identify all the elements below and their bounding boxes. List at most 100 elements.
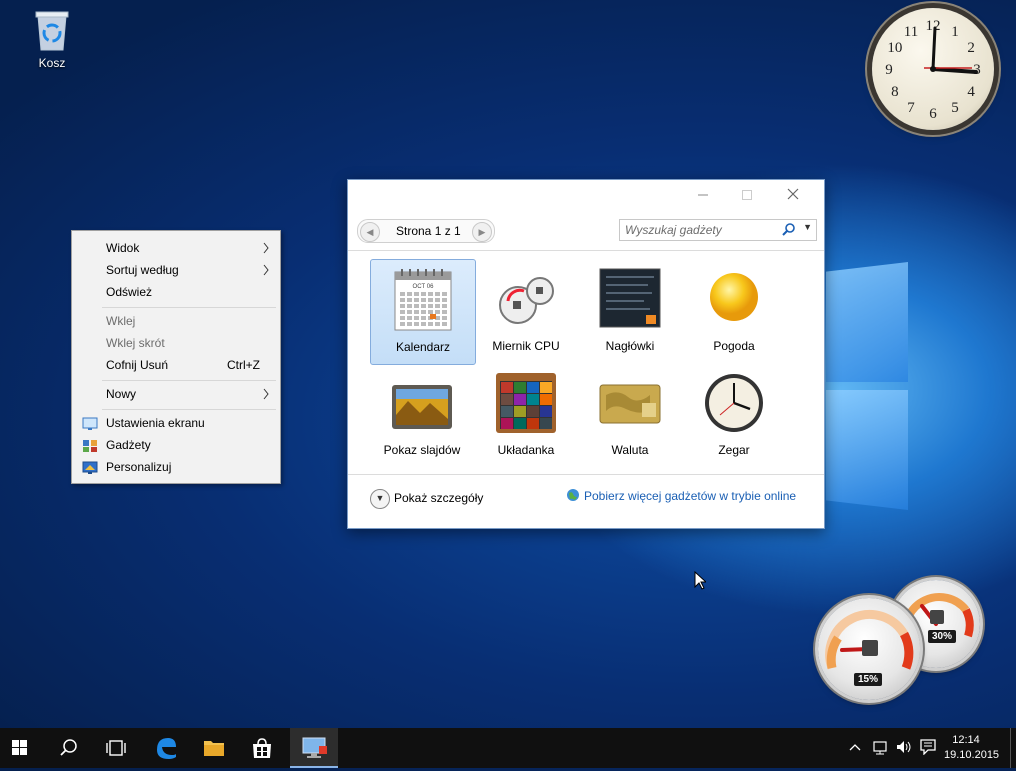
puzzle-piece xyxy=(540,382,552,393)
edge-browser-icon xyxy=(157,738,176,759)
gadget-tile-cpu-meter[interactable]: Miernik CPU xyxy=(474,259,578,363)
cpu-percent: 15% xyxy=(854,673,883,686)
calendar-day-cell xyxy=(442,322,447,326)
menu-item-personalize[interactable]: Personalizuj xyxy=(72,456,280,478)
page-navigator: ◀ Strona 1 z 1 ▶ xyxy=(357,219,495,243)
menu-item-label: Personalizuj xyxy=(106,460,172,474)
puzzle-piece xyxy=(527,382,539,393)
close-button[interactable] xyxy=(770,180,816,210)
calendar-day-cell xyxy=(435,322,440,326)
calendar-day-cell xyxy=(421,298,426,302)
menu-item-sort-by[interactable]: Sortuj według xyxy=(72,259,280,281)
menu-item-label: Gadżety xyxy=(106,438,151,452)
start-button[interactable] xyxy=(0,728,48,768)
search-icon[interactable] xyxy=(782,222,796,239)
wallpaper-pane-top xyxy=(826,262,908,382)
calendar-day-cell xyxy=(400,316,405,320)
gadgets-taskbar-button[interactable] xyxy=(290,728,338,768)
clock-numeral: 9 xyxy=(885,62,893,78)
cpu-meter-icon xyxy=(494,267,558,331)
desktop-icon-recycle-bin[interactable]: Kosz xyxy=(26,8,78,70)
volume-tray-button[interactable] xyxy=(895,739,913,758)
cpu-dial[interactable]: 15% xyxy=(818,598,920,700)
puzzle-piece xyxy=(527,394,539,405)
calendar-day-cell xyxy=(400,310,405,314)
network-tray-button[interactable] xyxy=(872,739,890,758)
clock-numeral: 6 xyxy=(929,106,937,122)
globe-icon xyxy=(567,489,579,501)
puzzle-piece xyxy=(540,406,552,417)
gadget-tile-puzzle[interactable]: Układanka xyxy=(474,363,578,467)
calendar-thumb-month: OCT 06 xyxy=(413,284,435,290)
search-dropdown-icon[interactable]: ▼ xyxy=(803,222,812,232)
calendar-day-cell xyxy=(442,298,447,302)
edge-taskbar-button[interactable] xyxy=(142,728,190,768)
action-center-button[interactable] xyxy=(919,739,937,758)
recycle-bin-icon xyxy=(34,8,70,52)
gadget-gallery-window: ◀ Strona 1 z 1 ▶ Wyszukaj gadżety ▼ OCT … xyxy=(347,179,825,529)
puzzle-piece xyxy=(514,418,526,429)
puzzle-piece xyxy=(540,418,552,429)
menu-item-gadgets[interactable]: Gadżety xyxy=(72,434,280,456)
chevron-down-icon: ▼ xyxy=(375,493,385,503)
menu-item-paste[interactable]: Wklej xyxy=(72,310,280,332)
menu-item-label: Nowy xyxy=(106,387,137,401)
menu-item-shortcut: Ctrl+Z xyxy=(227,358,260,372)
gadget-tile-slideshow[interactable]: Pokaz slajdów xyxy=(370,363,474,467)
desktop-context-menu: Widok Sortuj według Odśwież Wklej Wklej … xyxy=(71,230,281,484)
gadget-tile-calendar[interactable]: OCT 06 Kalendarz xyxy=(370,259,476,365)
puzzle-piece xyxy=(540,394,552,405)
calendar-day-cell xyxy=(442,304,447,308)
gadgets-icon xyxy=(82,438,98,452)
show-details-label[interactable]: Pokaż szczegóły xyxy=(394,491,483,505)
taskbar-clock[interactable]: 12:14 19.10.2015 xyxy=(944,733,1000,763)
menu-item-label: Cofnij Usuń xyxy=(106,358,169,372)
calendar-day-cell xyxy=(421,322,426,326)
calendar-day-cell xyxy=(414,322,419,326)
calendar-day-cell xyxy=(442,310,447,314)
store-taskbar-button[interactable] xyxy=(238,728,286,768)
menu-item-new[interactable]: Nowy xyxy=(72,383,280,405)
gadget-tile-clock[interactable]: Zegar xyxy=(682,363,786,467)
search-gadgets-input[interactable]: Wyszukaj gadżety ▼ xyxy=(619,219,817,241)
clock-numeral: 12 xyxy=(926,18,941,34)
calendar-day-cell xyxy=(414,310,419,314)
previous-page-button[interactable]: ◀ xyxy=(360,222,380,242)
clock-gadget[interactable]: 12 1 2 3 4 5 6 7 8 9 10 11 xyxy=(872,8,994,130)
menu-item-label: Sortuj według xyxy=(106,263,179,277)
show-details-button[interactable]: ▼ xyxy=(370,489,390,509)
chevron-up-icon xyxy=(849,744,861,751)
clock-icon xyxy=(702,371,766,435)
search-taskbar-button[interactable] xyxy=(44,728,92,768)
calendar-day-cell xyxy=(435,310,440,314)
show-desktop-button[interactable] xyxy=(1010,728,1016,768)
calendar-day-cell xyxy=(400,298,405,302)
puzzle-piece xyxy=(501,382,513,393)
gadget-tile-weather[interactable]: Pogoda xyxy=(682,259,786,363)
menu-item-display-settings[interactable]: Ustawienia ekranu xyxy=(72,412,280,434)
maximize-button[interactable] xyxy=(724,180,770,210)
get-more-gadgets-link[interactable]: Pobierz więcej gadżetów w trybie online xyxy=(566,488,796,503)
memory-percent: 30% xyxy=(928,630,957,643)
taskbar-date: 19.10.2015 xyxy=(944,749,1000,761)
minimize-button[interactable] xyxy=(680,180,726,210)
task-view-button[interactable] xyxy=(92,728,140,768)
puzzle-piece xyxy=(514,382,526,393)
calendar-day-cell xyxy=(407,322,412,326)
menu-item-label: Wklej xyxy=(106,314,136,328)
calendar-day-cell xyxy=(407,310,412,314)
menu-item-view[interactable]: Widok xyxy=(72,237,280,259)
minimize-icon xyxy=(698,194,708,196)
menu-item-paste-shortcut[interactable]: Wklej skrót xyxy=(72,332,280,354)
clock-numeral: 5 xyxy=(951,100,959,116)
file-explorer-taskbar-button[interactable] xyxy=(190,728,238,768)
menu-item-undo-delete[interactable]: Cofnij Usuń Ctrl+Z xyxy=(72,354,280,376)
calendar-day-cell xyxy=(407,304,412,308)
next-page-button[interactable]: ▶ xyxy=(472,222,492,242)
gadget-tile-currency[interactable]: Waluta xyxy=(578,363,682,467)
calendar-day-cell xyxy=(414,292,419,296)
puzzle-piece xyxy=(501,418,513,429)
gadget-tile-headlines[interactable]: Nagłówki xyxy=(578,259,682,363)
menu-item-refresh[interactable]: Odśwież xyxy=(72,281,280,303)
show-hidden-icons-button[interactable] xyxy=(849,739,861,758)
